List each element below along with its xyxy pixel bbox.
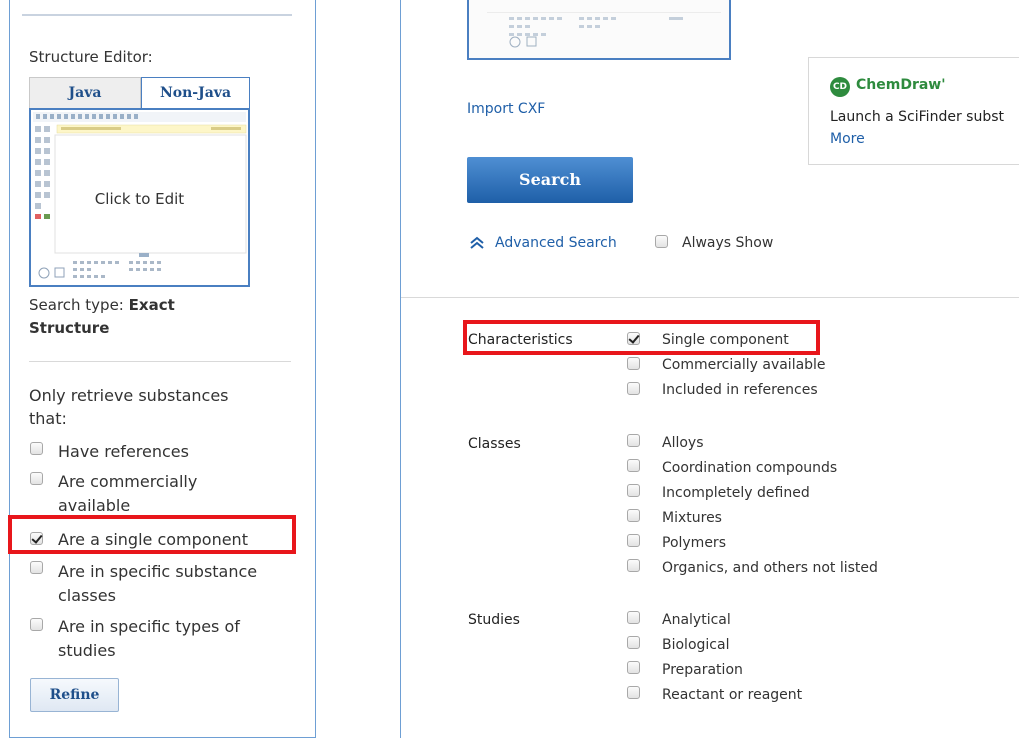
left-divider <box>29 361 291 362</box>
import-cxf-link[interactable]: Import CXF <box>467 101 545 117</box>
filter-reactant-reagent-checkbox[interactable] <box>627 686 640 699</box>
types-of-studies-label-1: Are in specific types of <box>58 617 240 636</box>
filter-included-references-label: Included in references <box>662 382 818 398</box>
substance-classes-label-2: classes <box>58 586 116 605</box>
filter-incompletely-defined-checkbox[interactable] <box>627 484 640 497</box>
search-type-value-line-2: Structure <box>29 319 110 337</box>
filter-analytical-label: Analytical <box>662 612 731 628</box>
always-show-label: Always Show <box>682 235 774 251</box>
filter-organics-checkbox[interactable] <box>627 559 640 572</box>
structure-preview-thumbnail[interactable] <box>467 0 731 60</box>
advanced-search-link[interactable]: Advanced Search <box>495 235 617 251</box>
double-chevron-up-icon[interactable] <box>468 234 490 250</box>
search-button[interactable]: Search <box>467 157 633 203</box>
refine-button[interactable]: Refine <box>30 678 119 712</box>
chemdraw-more-link[interactable]: More <box>830 131 865 147</box>
substance-classes-checkbox[interactable] <box>30 561 43 574</box>
filter-polymers-checkbox[interactable] <box>627 534 640 547</box>
filter-included-references-checkbox[interactable] <box>627 382 640 395</box>
substance-classes-label-1: Are in specific substance <box>58 562 258 581</box>
filter-preparation-checkbox[interactable] <box>627 661 640 674</box>
commercially-available-checkbox[interactable] <box>30 472 43 485</box>
filter-alloys-label: Alloys <box>662 435 704 451</box>
category-classes: Classes <box>468 436 521 452</box>
highlight-box-single-component <box>8 515 296 554</box>
chemdraw-description: Launch a SciFinder subst <box>830 109 1004 125</box>
panel-top-divider <box>22 14 292 16</box>
filter-analytical-checkbox[interactable] <box>627 611 640 624</box>
chemdraw-name: ChemDraw' <box>856 77 946 93</box>
types-of-studies-checkbox[interactable] <box>30 618 43 631</box>
have-references-label: Have references <box>58 442 189 461</box>
filter-organics-label: Organics, and others not listed <box>662 560 878 576</box>
tab-non-java[interactable]: Non-Java <box>141 77 250 109</box>
filter-alloys-checkbox[interactable] <box>627 434 640 447</box>
search-type-value: Exact <box>128 296 175 314</box>
types-of-studies-label-2: studies <box>58 641 116 660</box>
category-studies: Studies <box>468 612 520 628</box>
search-type-line-1: Search type: Exact <box>29 296 175 314</box>
commercially-available-label-2: available <box>58 496 131 515</box>
filter-incompletely-defined-label: Incompletely defined <box>662 485 810 501</box>
always-show-checkbox[interactable] <box>655 235 668 248</box>
have-references-checkbox[interactable] <box>30 442 43 455</box>
filter-mixtures-label: Mixtures <box>662 510 722 526</box>
tab-java[interactable]: Java <box>29 77 141 109</box>
highlight-box-characteristics <box>463 320 820 355</box>
filter-polymers-label: Polymers <box>662 535 726 551</box>
retrieve-label-line-2: that: <box>29 409 67 428</box>
chemdraw-logo-icon: CD <box>830 77 850 97</box>
filter-biological-checkbox[interactable] <box>627 636 640 649</box>
filter-preparation-label: Preparation <box>662 662 743 678</box>
structure-editor-canvas[interactable]: Click to Edit <box>29 108 250 287</box>
filter-reactant-reagent-label: Reactant or reagent <box>662 687 803 703</box>
structure-editor-label: Structure Editor: <box>29 48 153 66</box>
filter-commercially-available-label: Commercially available <box>662 357 826 373</box>
retrieve-label-line-1: Only retrieve substances <box>29 386 229 405</box>
filter-coordination-compounds-checkbox[interactable] <box>627 459 640 472</box>
editor-placeholder: Click to Edit <box>94 190 185 208</box>
right-divider <box>401 297 1019 298</box>
preview-toolbar-graphic <box>487 12 721 48</box>
filter-commercially-available-checkbox[interactable] <box>627 357 640 370</box>
filter-coordination-compounds-label: Coordination compounds <box>662 460 838 476</box>
commercially-available-label-1: Are commercially <box>58 472 198 491</box>
filter-mixtures-checkbox[interactable] <box>627 509 640 522</box>
search-type-label: Search type: <box>29 296 124 314</box>
filter-biological-label: Biological <box>662 637 730 653</box>
chemdraw-promo-panel: CD ChemDraw' Launch a SciFinder subst Mo… <box>808 57 1019 165</box>
